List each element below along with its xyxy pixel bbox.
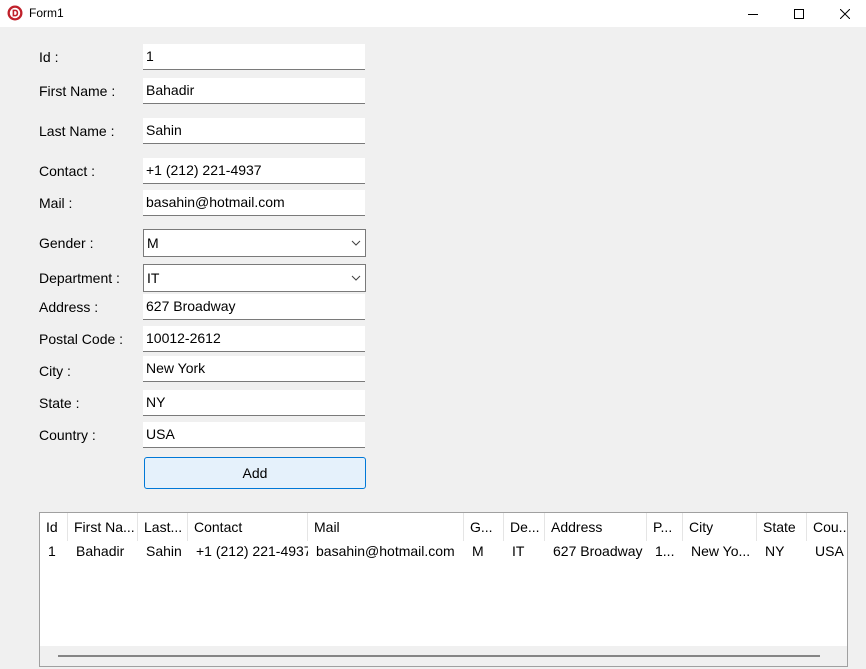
cell-contact: +1 (212) 221-4937	[196, 543, 308, 559]
column-header[interactable]: Address	[545, 513, 647, 541]
cell-id: 1	[48, 543, 56, 559]
close-icon	[840, 8, 850, 19]
cell-city: New Yo...	[691, 543, 751, 559]
minimize-icon	[748, 13, 758, 15]
address-field[interactable]	[143, 294, 356, 318]
cell-address: 627 Broadway	[553, 543, 643, 559]
column-header[interactable]: City	[683, 513, 757, 541]
column-header[interactable]: State	[757, 513, 807, 541]
country-label: Country :	[39, 427, 96, 443]
country-field[interactable]	[143, 422, 356, 446]
mail-field[interactable]	[143, 190, 356, 214]
title-bar[interactable]: Form1	[0, 0, 866, 27]
cell-first-name: Bahadir	[76, 543, 125, 559]
delphi-d-icon[interactable]	[7, 5, 23, 21]
table-row[interactable]: 1 Bahadir Sahin +1 (212) 221-4937 basahi…	[40, 541, 847, 561]
first-name-field-box	[143, 78, 365, 104]
mail-field-box	[143, 190, 365, 216]
cell-mail: basahin@hotmail.com	[316, 543, 455, 559]
contact-label: Contact :	[39, 163, 96, 179]
department-dropdown[interactable]: IT	[143, 264, 366, 292]
maximize-button[interactable]	[776, 0, 822, 27]
city-label: City :	[39, 363, 71, 379]
chevron-down-icon	[351, 240, 361, 246]
column-header[interactable]: Last...	[138, 513, 188, 541]
column-header[interactable]: Mail	[308, 513, 464, 541]
state-field[interactable]	[143, 390, 356, 414]
employee-list[interactable]: Id First Na... Last... Contact Mail G...…	[39, 512, 848, 667]
contact-field-box	[143, 158, 365, 184]
state-field-box	[143, 390, 365, 416]
first-name-label: First Name :	[39, 83, 116, 99]
column-header[interactable]: G...	[464, 513, 504, 541]
column-header[interactable]: Contact	[188, 513, 308, 541]
window-title: Form1	[29, 6, 64, 20]
gender-selected-value: M	[147, 235, 159, 251]
scrollbar-thumb[interactable]	[58, 655, 820, 657]
close-button[interactable]	[822, 0, 866, 27]
city-field[interactable]	[143, 356, 356, 380]
list-header: Id First Na... Last... Contact Mail G...…	[40, 513, 847, 541]
department-selected-value: IT	[147, 270, 160, 286]
postal-code-field[interactable]	[143, 326, 356, 350]
contact-field[interactable]	[143, 158, 356, 182]
column-header[interactable]: Id	[40, 513, 68, 541]
column-header[interactable]: P...	[647, 513, 683, 541]
address-field-box	[143, 294, 365, 320]
last-name-label: Last Name :	[39, 123, 115, 139]
city-field-box	[143, 356, 365, 382]
cell-department: IT	[512, 543, 525, 559]
cell-last-name: Sahin	[146, 543, 182, 559]
column-header[interactable]: Cou...	[807, 513, 847, 541]
gender-label: Gender :	[39, 235, 94, 251]
postal-code-field-box	[143, 326, 365, 352]
minimize-button[interactable]	[730, 0, 776, 27]
cell-postal-code: 1...	[655, 543, 675, 559]
first-name-field[interactable]	[143, 78, 356, 102]
state-label: State :	[39, 395, 80, 411]
last-name-field-box	[143, 118, 365, 144]
last-name-field[interactable]	[143, 118, 356, 142]
cell-country: USA	[815, 543, 844, 559]
address-label: Address :	[39, 299, 99, 315]
chevron-down-icon	[351, 275, 361, 281]
mail-label: Mail :	[39, 195, 73, 211]
column-header[interactable]: First Na...	[68, 513, 138, 541]
postal-code-label: Postal Code :	[39, 331, 124, 347]
id-label: Id :	[39, 49, 59, 65]
gender-dropdown[interactable]: M	[143, 229, 366, 257]
country-field-box	[143, 422, 365, 448]
department-label: Department :	[39, 270, 120, 286]
id-field[interactable]	[143, 44, 356, 68]
maximize-icon	[794, 8, 804, 19]
horizontal-scrollbar[interactable]	[40, 646, 847, 666]
cell-state: NY	[765, 543, 785, 559]
add-button[interactable]: Add	[144, 457, 366, 489]
id-field-box	[143, 44, 365, 70]
column-header[interactable]: De...	[504, 513, 545, 541]
cell-gender: M	[472, 543, 484, 559]
